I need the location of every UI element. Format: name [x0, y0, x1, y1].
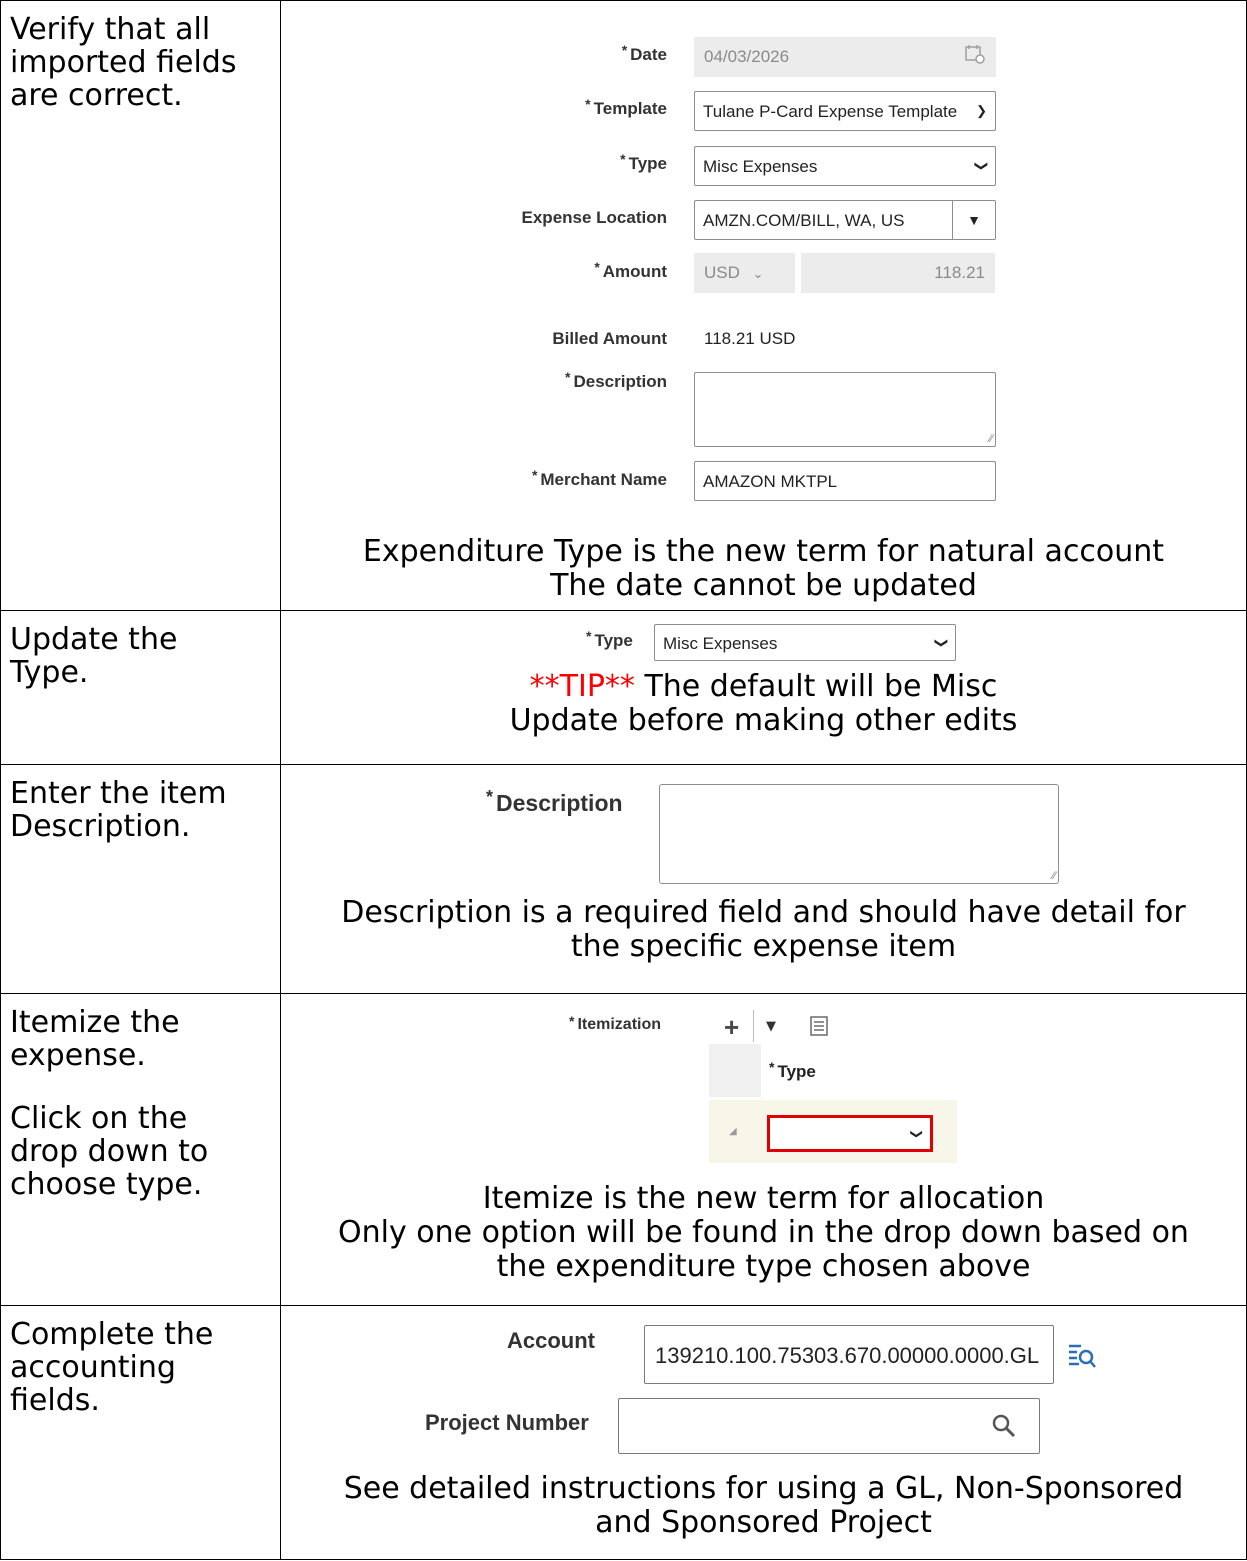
dropdown-triangle-icon[interactable]: ▼: [952, 201, 995, 239]
template-select[interactable]: Tulane P-Card Expense Template ❯: [694, 91, 996, 131]
instruction-line: drop down to: [10, 1134, 209, 1169]
row-indicator-icon: ◢: [729, 1126, 737, 1137]
caption-line: **TIP** The default will be Misc: [281, 670, 1246, 704]
instruction-line: expense.: [10, 1038, 146, 1073]
toolbar-divider: [753, 1010, 754, 1042]
caption-line: and Sponsored Project: [595, 1505, 932, 1540]
description-label: * Description: [486, 787, 623, 816]
instruction-line: Enter the item: [10, 776, 227, 811]
resize-grip-icon[interactable]: ∕∕: [1052, 870, 1056, 882]
chevron-down-icon: ❯: [976, 103, 987, 118]
type-select[interactable]: Misc Expenses ❯: [654, 624, 956, 661]
instruction-table: Verify that all imported fields are corr…: [0, 0, 1247, 1560]
date-field: 04/03/2026: [694, 37, 996, 77]
type-column-header: * Type: [769, 1059, 816, 1081]
itemization-label: * Itemization: [569, 1013, 662, 1033]
instruction-line: accounting: [10, 1350, 176, 1385]
chevron-down-icon: ❯: [934, 637, 950, 648]
account-label: Account: [507, 1328, 595, 1353]
instruction-cell: Verify that all imported fields are corr…: [0, 0, 281, 611]
merchant-name-field[interactable]: AMAZON MKTPL: [694, 461, 996, 501]
billed-amount-value: 118.21 USD: [704, 329, 796, 348]
instruction-line: Itemize the: [10, 1005, 180, 1040]
project-number-label: Project Number: [425, 1410, 589, 1435]
screenshot-cell: * Date 04/03/2026 * Template Tulane P-Card…: [280, 0, 1247, 611]
row-update-type: Update the Type. * Type Misc Expenses ❯ *…: [0, 610, 1247, 765]
account-field[interactable]: 139210.100.75303.670.00000.0000.GL: [644, 1325, 1054, 1384]
search-list-icon[interactable]: [1067, 1340, 1097, 1374]
type-select[interactable]: Misc Expenses ❯: [694, 146, 996, 186]
instruction-cell: Complete the accounting fields.: [0, 1305, 281, 1560]
merchant-name-label: * Merchant Name: [531, 467, 667, 489]
caption-line: Itemize is the new term for allocation: [482, 1181, 1045, 1216]
currency-select: USD ⌄: [694, 253, 795, 293]
tip-caption: **TIP** The default will be Misc Update …: [281, 670, 1246, 738]
instruction-line: imported fields: [10, 45, 237, 80]
instruction-line: Update the: [10, 622, 178, 657]
row-enter-description: Enter the item Description. * Description…: [0, 764, 1247, 994]
note-caption: Itemize is the new term for allocation O…: [281, 1182, 1246, 1284]
magnifier-icon[interactable]: [991, 1413, 1017, 1444]
caption-line: Expenditure Type is the new term for nat…: [362, 534, 1165, 569]
instruction-line: choose type.: [10, 1167, 203, 1202]
calendar-icon[interactable]: [964, 43, 986, 70]
caption-line: the expenditure type chosen above: [496, 1249, 1031, 1284]
amount-label: * Amount: [594, 259, 667, 281]
description-label: * Description: [565, 369, 667, 391]
screenshot-cell: Account 139210.100.75303.670.00000.0000.…: [280, 1305, 1247, 1560]
screenshot-cell: * Itemization + ▼ * Type ◢ ❯ Itemize is th…: [280, 993, 1247, 1306]
itemization-grid: * Type ◢ ❯: [709, 1044, 957, 1164]
template-label: * Template: [585, 96, 667, 118]
add-icon[interactable]: +: [724, 1014, 739, 1040]
expense-location-label: Expense Location: [521, 208, 667, 227]
chevron-down-icon: ❯: [909, 1128, 924, 1139]
note-caption: Description is a required field and shou…: [281, 896, 1246, 964]
project-number-field[interactable]: [618, 1398, 1040, 1454]
dropdown-triangle-icon[interactable]: ▼: [766, 1019, 776, 1034]
tip-label: **TIP**: [529, 669, 635, 704]
instruction-line: Complete the: [10, 1317, 214, 1352]
instruction-cell: Update the Type.: [0, 610, 281, 765]
instruction-line: fields.: [10, 1383, 100, 1418]
note-caption: See detailed instructions for using a GL…: [281, 1472, 1246, 1540]
screenshot-cell: * Description ∕∕ Description is a require…: [280, 764, 1247, 994]
instruction-line: Type.: [10, 655, 89, 690]
caption-text: The default will be Misc: [634, 669, 998, 704]
resize-grip-icon[interactable]: ∕∕: [989, 433, 993, 445]
description-textarea[interactable]: ∕∕: [694, 372, 996, 447]
detach-icon[interactable]: [810, 1016, 828, 1040]
billed-amount-label: Billed Amount: [552, 329, 667, 348]
row-itemize: Itemize the expense. Click on the drop d…: [0, 993, 1247, 1306]
instruction-line: Description.: [10, 809, 191, 844]
row-verify-fields: Verify that all imported fields are corr…: [0, 0, 1247, 611]
instruction-line: Verify that all: [10, 12, 211, 47]
type-label: * Type: [620, 151, 667, 173]
caption-line: Update before making other edits: [509, 703, 1018, 738]
caption-line: the specific expense item: [570, 929, 957, 964]
chevron-down-icon: ⌄: [752, 266, 764, 281]
caption-line: Description is a required field and shou…: [341, 895, 1186, 930]
screenshot-cell: * Type Misc Expenses ❯ **TIP** The defaul…: [280, 610, 1247, 765]
itemization-type-select[interactable]: ❯: [767, 1115, 933, 1152]
instruction-cell: Itemize the expense. Click on the drop d…: [0, 993, 281, 1306]
instruction-cell: Enter the item Description.: [0, 764, 281, 994]
instruction-line: are correct.: [10, 78, 183, 113]
caption-line: The date cannot be updated: [550, 568, 977, 603]
type-label: * Type: [586, 628, 633, 650]
date-label: * Date: [621, 42, 667, 64]
amount-field: 118.21: [801, 253, 995, 293]
chevron-down-icon: ❯: [974, 160, 990, 172]
expense-location-combobox[interactable]: AMZN.COM/BILL, WA, US ▼: [694, 200, 996, 240]
caption-line: See detailed instructions for using a GL…: [343, 1471, 1184, 1506]
grid-header-gutter: [709, 1044, 761, 1097]
instruction-line: Click on the: [10, 1101, 188, 1136]
row-accounting: Complete the accounting fields. Account …: [0, 1305, 1247, 1560]
caption-line: Only one option will be found in the dro…: [338, 1215, 1189, 1250]
description-textarea[interactable]: ∕∕: [659, 784, 1059, 884]
note-caption: Expenditure Type is the new term for nat…: [281, 535, 1246, 603]
